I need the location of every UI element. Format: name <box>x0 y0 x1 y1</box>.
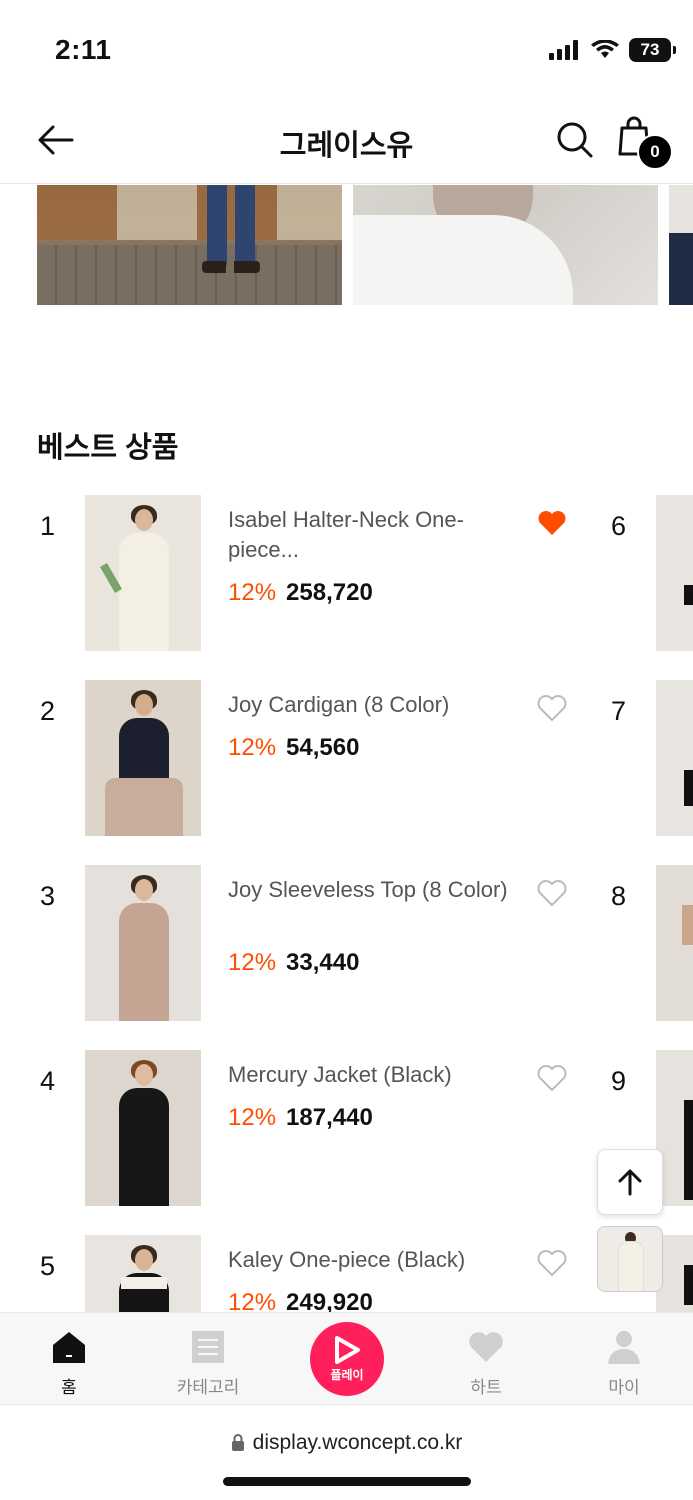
section-title: 베스트 상품 <box>37 432 179 464</box>
product-name[interactable]: Isabel Halter-Neck One-piece... <box>228 505 518 565</box>
heart-outline-icon <box>537 695 567 722</box>
product-price: 33,440 <box>286 949 360 976</box>
status-time: 2:11 <box>55 34 112 65</box>
nav-category[interactable]: 카테고리 <box>153 1313 263 1405</box>
banner-image[interactable] <box>669 185 693 305</box>
price-line: 12% 33,440 <box>228 949 359 977</box>
price-line: 12% 249,920 <box>228 1289 373 1312</box>
cart-count-badge: 0 <box>637 134 673 170</box>
nav-home[interactable]: 홈 <box>14 1313 124 1405</box>
wishlist-button[interactable] <box>537 879 567 907</box>
cart-button[interactable]: 0 <box>615 114 675 170</box>
product-rank: 3 <box>40 881 56 911</box>
wishlist-button[interactable] <box>537 1249 567 1277</box>
nav-label: 홈 <box>61 1378 77 1397</box>
nav-play-button[interactable]: 플레이 <box>310 1322 384 1396</box>
banner-image[interactable] <box>37 185 342 305</box>
arrow-up-icon <box>618 1169 642 1196</box>
bottom-navigation: 홈 카테고리 플레이 하트 마이 <box>0 1312 693 1404</box>
play-icon <box>335 1336 360 1364</box>
discount-rate: 12% <box>228 734 277 761</box>
wishlist-button[interactable] <box>537 694 567 722</box>
product-image[interactable] <box>85 1235 201 1312</box>
nav-heart[interactable]: 하트 <box>431 1313 541 1405</box>
product-image[interactable] <box>656 865 693 1021</box>
product-price: 249,920 <box>286 1289 373 1312</box>
discount-rate: 12% <box>228 1104 277 1131</box>
heart-icon <box>469 1332 503 1362</box>
product-image[interactable] <box>656 680 693 836</box>
product-item[interactable]: 4 Mercury Jacket (Black) 12% 187,440 9 <box>0 1050 693 1206</box>
cellular-signal-icon <box>549 40 578 60</box>
product-item[interactable]: 2 Joy Cardigan (8 Color) 12% 54,560 7 <box>0 680 693 836</box>
url-text: display.wconcept.co.kr <box>252 1431 463 1454</box>
status-icons: 73 <box>549 38 676 62</box>
url-display[interactable]: display.wconcept.co.kr <box>0 1431 693 1455</box>
product-rank: 6 <box>611 511 627 541</box>
product-rank: 8 <box>611 881 627 911</box>
battery-indicator: 73 <box>629 38 676 62</box>
heart-outline-icon <box>537 1065 567 1092</box>
product-image[interactable] <box>85 865 201 1021</box>
product-name[interactable]: Kaley One-piece (Black) <box>228 1245 518 1275</box>
product-image[interactable] <box>85 1050 201 1206</box>
wishlist-button[interactable] <box>537 509 567 537</box>
nav-label: 플레이 <box>330 1368 364 1382</box>
discount-rate: 12% <box>228 1289 277 1312</box>
status-bar: 2:11 73 <box>0 0 693 100</box>
product-name[interactable]: Joy Sleeveless Top (8 Color) <box>228 875 518 905</box>
product-price: 54,560 <box>286 734 360 761</box>
product-image[interactable] <box>85 680 201 836</box>
wishlist-button[interactable] <box>537 1064 567 1092</box>
best-products-list: 1 Isabel Halter-Neck One-piece... 12% 258… <box>0 495 693 1312</box>
nav-label: 카테고리 <box>176 1378 240 1397</box>
product-item[interactable]: 3 Joy Sleeveless Top (8 Color) 12% 33,440… <box>0 865 693 1021</box>
user-icon <box>608 1331 640 1364</box>
product-price: 258,720 <box>286 579 373 606</box>
product-name[interactable]: Mercury Jacket (Black) <box>228 1060 518 1090</box>
scroll-to-top-button[interactable] <box>597 1149 663 1215</box>
product-image[interactable] <box>85 495 201 651</box>
product-name[interactable]: Joy Cardigan (8 Color) <box>228 690 518 720</box>
discount-rate: 12% <box>228 949 277 976</box>
product-item[interactable]: 5 Kaley One-piece (Black) 12% 249,920 <box>0 1235 693 1312</box>
product-rank: 5 <box>40 1251 56 1281</box>
discount-rate: 12% <box>228 579 277 606</box>
nav-my[interactable]: 마이 <box>569 1313 679 1405</box>
product-rank: 4 <box>40 1066 56 1096</box>
product-image[interactable] <box>656 495 693 651</box>
home-icon <box>53 1332 85 1363</box>
search-icon <box>557 122 593 158</box>
heart-outline-icon <box>537 880 567 907</box>
wifi-icon <box>591 40 619 58</box>
product-rank: 7 <box>611 696 627 726</box>
banner-carousel[interactable] <box>0 185 693 305</box>
product-rank: 9 <box>611 1066 627 1096</box>
nav-label: 하트 <box>470 1378 502 1397</box>
price-line: 12% 258,720 <box>228 579 373 607</box>
price-line: 12% 187,440 <box>228 1104 373 1132</box>
product-rank: 1 <box>40 511 56 541</box>
product-rank: 2 <box>40 696 56 726</box>
price-line: 12% 54,560 <box>228 734 359 762</box>
search-button[interactable] <box>553 118 597 162</box>
category-list-icon <box>192 1331 224 1363</box>
nav-label: 마이 <box>608 1378 640 1397</box>
home-indicator[interactable] <box>223 1477 471 1486</box>
heart-outline-icon <box>537 1250 567 1277</box>
recently-viewed-thumbnail[interactable] <box>597 1226 663 1292</box>
product-price: 187,440 <box>286 1104 373 1131</box>
lock-icon <box>231 1434 244 1451</box>
banner-image[interactable] <box>353 185 658 305</box>
heart-filled-icon <box>538 511 566 535</box>
app-header: 그레이스유 0 <box>0 100 693 184</box>
product-item[interactable]: 1 Isabel Halter-Neck One-piece... 12% 258… <box>0 495 693 651</box>
browser-url-bar[interactable]: display.wconcept.co.kr <box>0 1404 693 1500</box>
